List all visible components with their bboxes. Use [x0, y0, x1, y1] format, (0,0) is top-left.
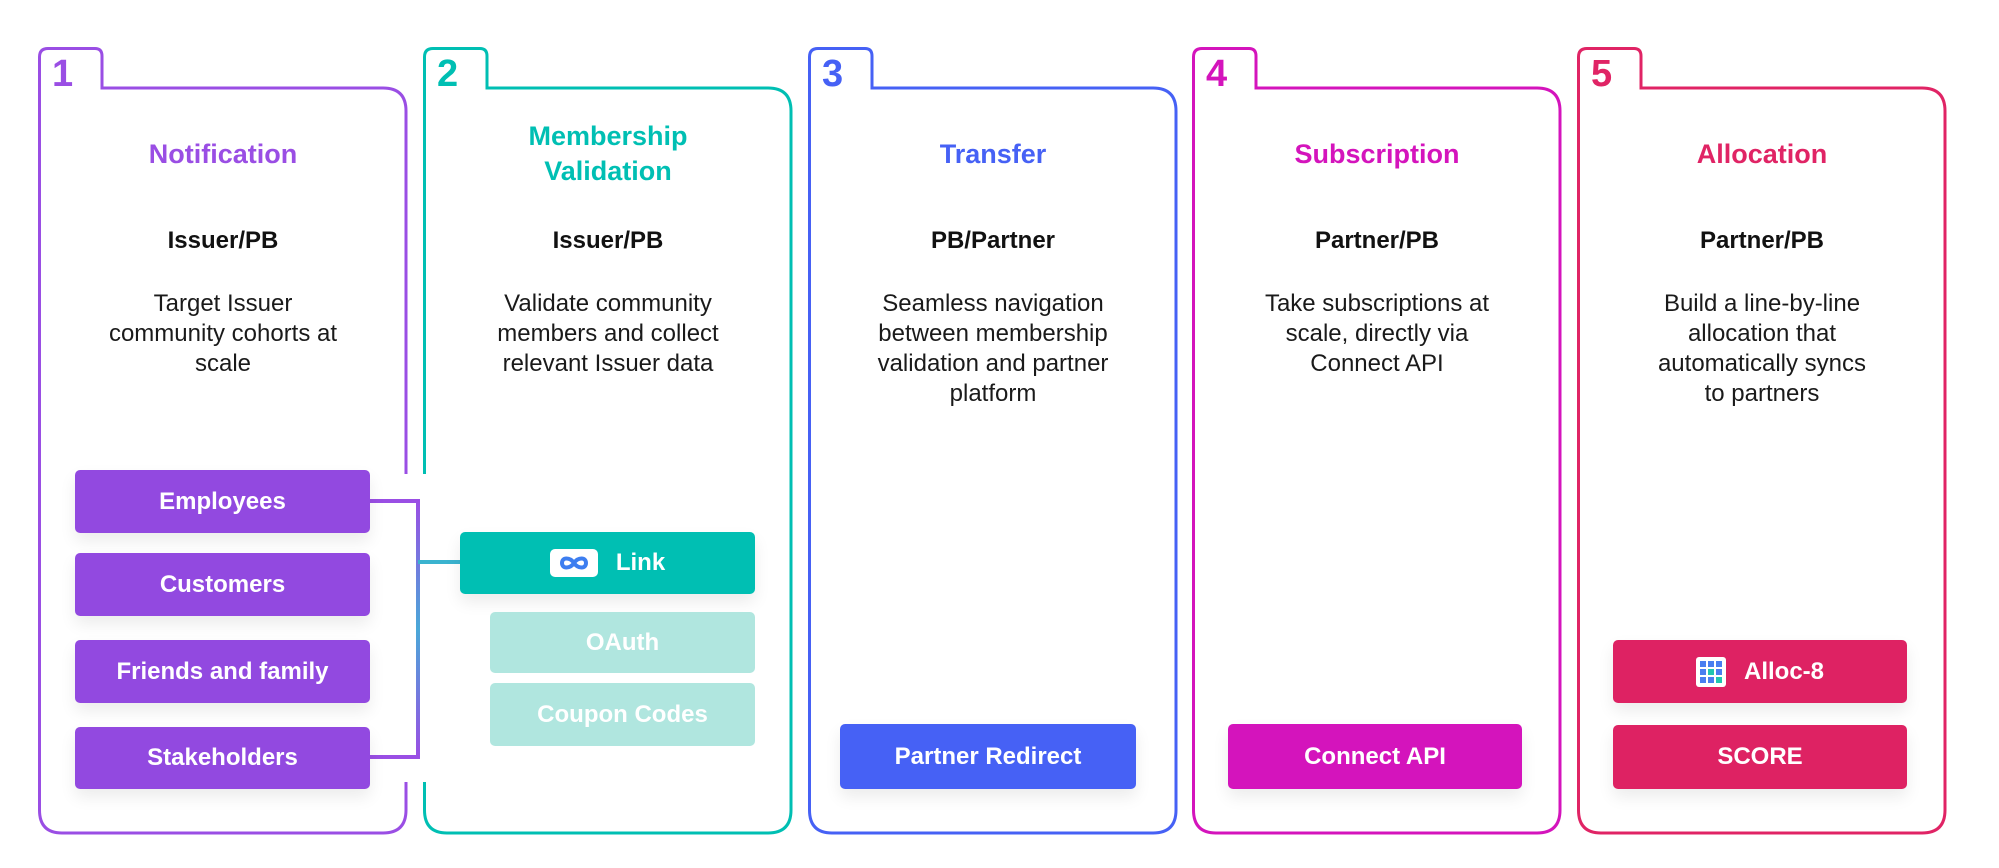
alloc-8-button[interactable]: Alloc-8 — [1613, 640, 1907, 703]
score-button[interactable]: SCORE — [1613, 725, 1907, 789]
grid-icon — [1695, 656, 1726, 687]
employees-button[interactable]: Employees — [75, 470, 370, 533]
oauth-button[interactable]: OAuth — [490, 612, 755, 673]
link-label: Link — [615, 549, 666, 576]
coupon-codes-button[interactable]: Coupon Codes — [490, 683, 755, 746]
friends-and-family-button[interactable]: Friends and family — [75, 640, 370, 703]
link-button[interactable]: Link — [460, 532, 755, 594]
infinity-icon — [549, 549, 598, 577]
partner-redirect-button[interactable]: Partner Redirect — [840, 724, 1136, 789]
connect-api-button[interactable]: Connect API — [1228, 724, 1522, 789]
stakeholders-button[interactable]: Stakeholders — [75, 727, 370, 789]
alloc-8-label: Alloc-8 — [1743, 657, 1824, 685]
customers-button[interactable]: Customers — [75, 553, 370, 616]
